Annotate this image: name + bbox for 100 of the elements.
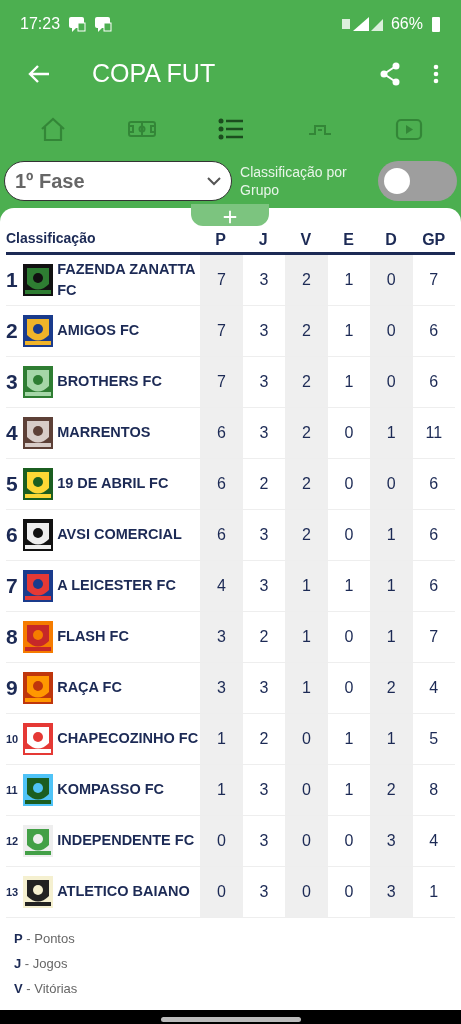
plus-icon [223,209,237,224]
stat-cell: 1 [370,714,413,764]
stat-cell-text: 3 [258,678,270,698]
column-header: E [342,230,355,250]
stat-cell-text: 1 [343,321,355,341]
stat-cell-text: 0 [343,882,355,902]
app-title: COPA FUT [92,58,217,90]
message-icon [68,15,87,33]
battery-text: 66% [390,14,423,34]
stat-cell-text: 5 [428,729,440,749]
play-icon [394,116,423,142]
stat-cell-text: 4 [428,831,440,851]
legend-text: P - Pontos [14,930,76,948]
stat-cell: 6 [200,459,243,509]
list-icon [216,116,245,142]
team-name: KOMPASSO FC [56,780,166,800]
stat-cell-text: 1 [343,372,355,392]
legend-text: V - Vitórias [14,980,79,998]
column-header: GP [421,230,447,250]
stat-cell: 2 [285,255,328,305]
group-toggle[interactable] [378,161,457,201]
stat-cell: 0 [200,867,243,917]
legend-text: J - Jogos [14,955,69,973]
rank-text: 1 [6,267,19,294]
stat-cell-text: 7 [428,270,440,290]
stat-cell-text: 1 [343,270,355,290]
stat-cell-text: 3 [258,882,270,902]
stat-cell-text: 3 [258,525,270,545]
team-name: FLASH FC [56,627,130,647]
stat-cell: 0 [370,255,413,305]
rank-text: 13 [6,884,20,900]
stat-cell: 3 [370,867,413,917]
message-icon [94,15,113,33]
rank-text: 11 [6,782,19,798]
rank-text: 9 [6,675,19,702]
stat-cell: 6 [200,510,243,560]
stat-cell: 0 [285,816,328,866]
more-icon [433,64,439,84]
stat-cell: 1 [370,510,413,560]
add-button[interactable] [191,204,269,226]
stat-cell: 1 [370,612,413,662]
phase-dropdown[interactable]: 1º Fase [4,161,233,201]
stat-cell: 0 [370,306,413,356]
column-header: V [299,230,313,250]
rank-text: 6 [6,522,19,549]
stat-cell: 2 [285,510,328,560]
stat-cell-text: 1 [343,729,355,749]
stat-cell: 0 [370,459,413,509]
share-icon [379,62,401,86]
stat-cell-text: 1 [343,576,355,596]
stat-cell-text: 6 [428,321,440,341]
stat-cell-text: 3 [258,423,270,443]
team-name: MARRENTOS [56,423,152,443]
team-name: ATLETICO BAIANO [56,882,191,902]
stat-cell-text: 2 [258,474,270,494]
stat-cell-text: 0 [343,831,355,851]
chevron-down-icon [207,176,222,186]
column-header: J [257,230,269,250]
stat-cell: 0 [285,867,328,917]
stat-cell-text: 3 [258,270,270,290]
stat-cell-text: 1 [343,780,355,800]
stat-cell: 7 [200,306,243,356]
stat-cell: 4 [200,561,243,611]
clock-text: 17:23 [20,14,61,34]
stat-cell-text: 11 [424,423,444,443]
stat-cell: 2 [285,306,328,356]
stat-cell-text: 6 [428,372,440,392]
team-name: RAÇA FC [56,678,123,698]
team-name: BROTHERS FC [56,372,163,392]
stat-cell-text: 7 [428,627,440,647]
stat-cell: 3 [200,612,243,662]
stat-cell: 2 [285,408,328,458]
rank-text: 3 [6,369,19,396]
column-header: D [384,230,398,250]
stat-cell: 2 [285,357,328,407]
stat-cell-text: 0 [343,474,355,494]
stat-cell: 0 [370,357,413,407]
toggle-label: Classificação por Grupo [240,162,348,200]
team-name: 19 DE ABRIL FC [56,474,170,494]
stat-cell-text: 2 [258,627,270,647]
stat-cell: 7 [200,357,243,407]
stat-cell: 3 [200,663,243,713]
stat-cell-text: 3 [258,576,270,596]
team-name: INDEPENDENTE FC [56,831,196,851]
stat-cell-text: 3 [258,780,270,800]
rank-text: 7 [6,573,19,600]
stat-cell-text: 3 [258,831,270,851]
stat-cell-text: 6 [428,525,440,545]
stat-cell-text: 4 [428,678,440,698]
team-name: FAZENDA ZANATTA FC [56,260,196,300]
stat-cell: 1 [285,561,328,611]
battery-icon [431,15,441,33]
rank-text: 5 [6,471,19,498]
back-arrow-icon [28,64,50,84]
stat-cell-text: 6 [428,576,440,596]
stat-cell-text: 8 [428,780,440,800]
stat-cell: 3 [370,816,413,866]
column-header: P [214,230,228,250]
stat-cell-text: 0 [343,525,355,545]
rank-text: 10 [6,731,20,747]
